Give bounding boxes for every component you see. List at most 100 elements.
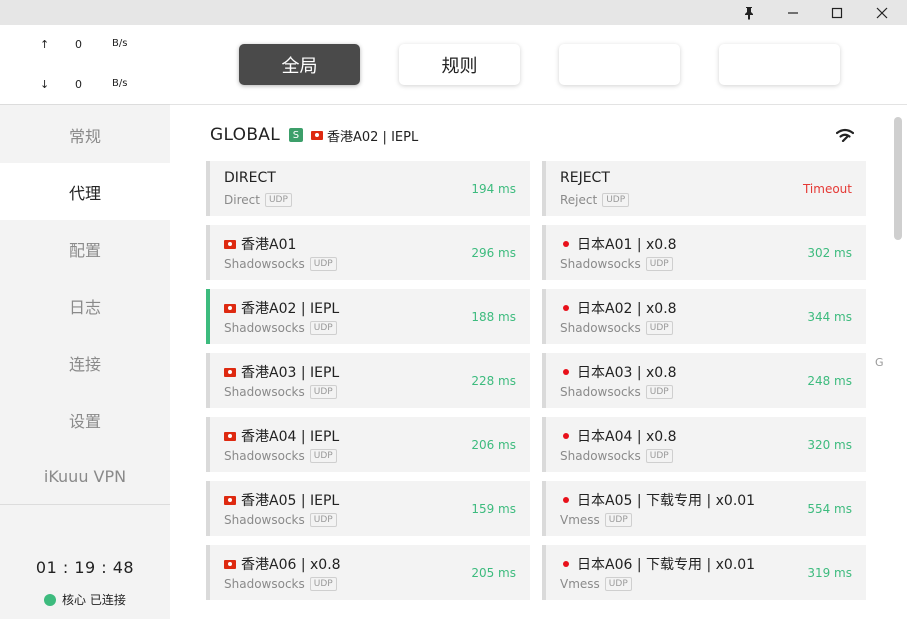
sidebar-item-connections[interactable]: 连接 [0, 334, 170, 391]
proxy-meta: Direct UDP [224, 193, 292, 207]
proxy-name-text: 香港A03 | IEPL [241, 365, 340, 381]
sidebar-item-general[interactable]: 常规 [0, 106, 170, 163]
proxy-name-text: 香港A01 [241, 237, 297, 253]
mode-direct-button[interactable] [559, 44, 680, 85]
hk-flag-icon [224, 303, 236, 313]
proxy-meta: Shadowsocks UDP [224, 577, 337, 591]
udp-badge: UDP [604, 577, 632, 591]
main-panel: 全局 规则 GLOBAL S 香港A02 | IEPL DIRECT Direct… [170, 25, 907, 619]
sidebar-item-settings[interactable]: 设置 [0, 391, 170, 448]
proxy-delay[interactable]: 319 ms [807, 566, 852, 580]
proxy-delay[interactable]: 159 ms [471, 502, 516, 516]
close-button[interactable] [860, 0, 904, 25]
mode-rule-button[interactable]: 规则 [399, 44, 520, 85]
download-speed: ↓ 0 B/s [0, 70, 170, 100]
card-indicator [542, 545, 546, 600]
proxy-name: 香港A03 | IEPL [224, 362, 339, 382]
proxy-card[interactable]: 香港A05 | IEPL Shadowsocks UDP 159 ms [206, 481, 530, 536]
proxy-card[interactable]: 香港A03 | IEPL Shadowsocks UDP 228 ms [206, 353, 530, 408]
udp-badge: UDP [645, 385, 673, 399]
proxy-delay[interactable]: 320 ms [807, 438, 852, 452]
proxy-card[interactable]: 香港A02 | IEPL Shadowsocks UDP 188 ms [206, 289, 530, 344]
udp-badge: UDP [645, 321, 673, 335]
card-indicator [542, 353, 546, 408]
proxy-delay[interactable]: 302 ms [807, 246, 852, 260]
proxy-name: 香港A02 | IEPL [224, 298, 339, 318]
proxy-card[interactable]: 日本A03 | x0.8 Shadowsocks UDP 248 ms [542, 353, 866, 408]
proxy-meta: Shadowsocks UDP [224, 513, 337, 527]
proxy-card[interactable]: 香港A01 Shadowsocks UDP 296 ms [206, 225, 530, 280]
proxy-name: DIRECT [224, 170, 276, 186]
proxy-type: Shadowsocks [224, 513, 305, 527]
card-indicator [542, 417, 546, 472]
proxy-delay[interactable]: 248 ms [807, 374, 852, 388]
mode-global-button[interactable]: 全局 [239, 44, 360, 85]
proxy-delay[interactable]: 194 ms [471, 182, 516, 196]
proxy-card[interactable]: 香港A04 | IEPL Shadowsocks UDP 206 ms [206, 417, 530, 472]
hk-flag-icon [224, 367, 236, 377]
proxy-name-text: 香港A02 | IEPL [241, 301, 340, 317]
jp-flag-icon [563, 497, 569, 503]
udp-badge: UDP [309, 321, 337, 335]
proxy-card[interactable]: 日本A02 | x0.8 Shadowsocks UDP 344 ms [542, 289, 866, 344]
proxy-card[interactable]: 日本A01 | x0.8 Shadowsocks UDP 302 ms [542, 225, 866, 280]
udp-badge: UDP [309, 449, 337, 463]
maximize-button[interactable] [815, 0, 859, 25]
group-selected-name: 香港A02 | IEPL [326, 129, 419, 145]
proxy-name: 香港A04 | IEPL [224, 426, 339, 446]
title-bar [0, 0, 907, 25]
uptime-timer: 01 : 19 : 48 [35, 558, 135, 577]
jp-flag-icon [563, 241, 569, 247]
proxy-name-text: 日本A03 | x0.8 [577, 365, 677, 381]
udp-badge: UDP [645, 449, 673, 463]
proxy-card[interactable]: 日本A04 | x0.8 Shadowsocks UDP 320 ms [542, 417, 866, 472]
proxy-card[interactable]: 香港A06 | x0.8 Shadowsocks UDP 205 ms [206, 545, 530, 600]
sidebar-item-vpn[interactable]: iKuuu VPN [0, 448, 170, 505]
proxy-delay[interactable]: Timeout [803, 182, 852, 196]
proxy-delay[interactable]: 205 ms [471, 566, 516, 580]
proxy-name-text: 日本A05 | 下载专用 | x0.01 [577, 493, 756, 509]
proxy-group-header[interactable]: GLOBAL S 香港A02 | IEPL [210, 124, 418, 146]
upload-arrow-icon: ↑ [40, 38, 50, 51]
proxy-meta: Shadowsocks UDP [560, 257, 673, 271]
proxy-name-text: 日本A02 | x0.8 [577, 301, 677, 317]
proxy-card[interactable]: 日本A05 | 下载专用 | x0.01 Vmess UDP 554 ms [542, 481, 866, 536]
proxy-type: Shadowsocks [560, 385, 641, 399]
card-indicator [206, 289, 210, 344]
proxy-meta: Vmess UDP [560, 513, 632, 527]
proxy-type: Shadowsocks [560, 257, 641, 271]
proxy-name-text: 日本A04 | x0.8 [577, 429, 677, 445]
core-status-text: 核心 已连接 [62, 593, 126, 607]
minimize-button[interactable] [771, 0, 815, 25]
scrollbar[interactable] [894, 117, 902, 240]
proxy-meta: Shadowsocks UDP [560, 385, 673, 399]
sidebar-item-profile[interactable]: 配置 [0, 220, 170, 277]
proxy-card[interactable]: REJECT Reject UDP Timeout [542, 161, 866, 216]
proxy-meta: Shadowsocks UDP [560, 449, 673, 463]
proxy-delay[interactable]: 344 ms [807, 310, 852, 324]
udp-badge: UDP [264, 193, 292, 207]
card-indicator [542, 161, 546, 216]
hk-flag-icon [224, 239, 236, 249]
proxy-delay[interactable]: 206 ms [471, 438, 516, 452]
proxy-delay[interactable]: 188 ms [471, 310, 516, 324]
proxy-name: 日本A03 | x0.8 [560, 362, 677, 382]
card-indicator [206, 417, 210, 472]
proxy-delay[interactable]: 228 ms [471, 374, 516, 388]
status-dot-icon [44, 593, 56, 606]
latency-test-button[interactable] [835, 127, 855, 146]
proxy-type: Reject [560, 193, 598, 207]
sidebar-item-logs[interactable]: 日志 [0, 277, 170, 334]
card-indicator [542, 225, 546, 280]
proxy-card[interactable]: DIRECT Direct UDP 194 ms [206, 161, 530, 216]
sidebar-item-proxy[interactable]: 代理 [0, 163, 170, 220]
proxy-name-text: 香港A04 | IEPL [241, 429, 340, 445]
proxy-delay[interactable]: 296 ms [471, 246, 516, 260]
proxy-card[interactable]: 日本A06 | 下载专用 | x0.01 Vmess UDP 319 ms [542, 545, 866, 600]
proxy-delay[interactable]: 554 ms [807, 502, 852, 516]
proxy-name-text: 日本A01 | x0.8 [577, 237, 677, 253]
proxy-type: Vmess [560, 577, 600, 591]
group-type-badge: S [288, 128, 303, 142]
mode-script-button[interactable] [719, 44, 840, 85]
pin-button[interactable] [727, 0, 771, 25]
